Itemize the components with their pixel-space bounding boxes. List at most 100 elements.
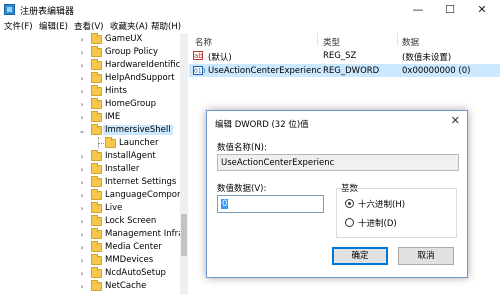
value-data-input[interactable]: 0 <box>217 195 324 213</box>
tree-item-label: InstallAgent <box>105 151 156 161</box>
string-value-icon: ab <box>193 51 203 60</box>
folder-icon <box>91 85 102 96</box>
folder-icon <box>91 72 102 83</box>
value-type: REG_SZ <box>323 51 357 61</box>
tree-item-label: Launcher <box>119 138 159 148</box>
radio-hex-label[interactable]: 十六进制(H) <box>358 198 405 210</box>
tree-item-label: Media Center <box>105 242 162 252</box>
radio-dec[interactable] <box>345 218 354 227</box>
tree-item[interactable]: › IME <box>0 111 180 124</box>
cancel-button[interactable]: 取消 <box>398 247 454 265</box>
dword-value-icon: 010 <box>193 66 206 75</box>
chevron-right-icon[interactable]: › <box>78 48 86 57</box>
chevron-right-icon[interactable]: › <box>78 282 86 291</box>
tree-item-label: Installer <box>105 164 140 174</box>
tree-item-label: ImmersiveShell <box>103 125 173 135</box>
tree-item[interactable]: › Media Center <box>0 241 180 254</box>
chevron-right-icon[interactable]: › <box>78 256 86 265</box>
tree-item[interactable]: › HelpAndSupport <box>0 72 180 85</box>
dialog-close-icon[interactable]: ✕ <box>451 114 460 127</box>
folder-icon <box>91 124 102 135</box>
menu-help[interactable]: 帮助(H) <box>151 20 181 32</box>
close-button[interactable]: ✕ <box>466 0 498 19</box>
folder-icon <box>91 280 102 291</box>
tree-item-selected[interactable]: ⌄ ImmersiveShell <box>0 124 180 137</box>
tree-item-label: Group Policy <box>105 47 159 57</box>
tree-item-label: HomeGroup <box>105 99 156 109</box>
tree-item[interactable]: › Live <box>0 202 180 215</box>
folder-icon <box>91 267 102 278</box>
value-name: (默认) <box>208 53 232 63</box>
tree-item[interactable]: › NetCache <box>0 280 180 293</box>
column-separator[interactable] <box>397 33 398 46</box>
chevron-right-icon[interactable]: › <box>78 74 86 83</box>
tree-item-label: Lock Screen <box>105 216 157 226</box>
column-header-data[interactable]: 数据 <box>402 36 419 48</box>
chevron-right-icon[interactable]: › <box>78 269 86 278</box>
tree-item[interactable]: › Internet Settings <box>0 176 180 189</box>
tree-item-label: NcdAutoSetup <box>105 268 166 278</box>
folder-icon <box>91 228 102 239</box>
tree-item[interactable]: › HomeGroup <box>0 98 180 111</box>
chevron-right-icon[interactable]: › <box>78 100 86 109</box>
menu-file[interactable]: 文件(F) <box>4 20 33 32</box>
column-header-type[interactable]: 类型 <box>323 36 340 48</box>
tree-item[interactable]: › MMDevices <box>0 254 180 267</box>
tree-scrollbar[interactable] <box>180 33 188 295</box>
chevron-right-icon[interactable]: › <box>78 165 86 174</box>
column-header-name[interactable]: 名称 <box>195 36 212 48</box>
column-separator[interactable] <box>317 33 318 46</box>
scrollbar-thumb[interactable] <box>181 214 187 256</box>
chevron-right-icon[interactable]: › <box>78 87 86 96</box>
menu-favorites[interactable]: 收藏夹(A) <box>110 20 148 32</box>
radio-dec-label[interactable]: 十进制(D) <box>358 217 397 229</box>
tree-item[interactable]: › GameUX <box>0 33 180 46</box>
tree-item[interactable]: › Hints <box>0 85 180 98</box>
value-row[interactable]: ab (默认) REG_SZ (数值未设置) <box>189 49 500 63</box>
title-bar: 注册表编辑器 — ☐ ✕ <box>0 0 500 19</box>
chevron-right-icon[interactable]: › <box>78 61 86 70</box>
menu-view[interactable]: 查看(V) <box>74 20 103 32</box>
ok-button[interactable]: 确定 <box>332 247 388 265</box>
tree-item[interactable]: › NcdAutoSetup <box>0 267 180 280</box>
folder-icon <box>91 189 102 200</box>
value-name-field: UseActionCenterExperienc <box>217 154 459 171</box>
value-data-text: 0 <box>221 199 229 209</box>
chevron-right-icon[interactable]: › <box>78 113 86 122</box>
radio-hex[interactable] <box>345 199 354 208</box>
maximize-button[interactable]: ☐ <box>434 0 466 19</box>
tree-item[interactable]: › InstallAgent <box>0 150 180 163</box>
tree-item[interactable]: › Management Infras <box>0 228 187 241</box>
folder-icon <box>91 59 102 70</box>
chevron-right-icon[interactable]: › <box>78 178 86 187</box>
registry-tree: › GameUX › Group Policy › HardwareIdenti… <box>0 33 188 295</box>
folder-icon <box>91 215 102 226</box>
chevron-right-icon[interactable]: › <box>78 243 86 252</box>
folder-icon <box>91 176 102 187</box>
folder-icon <box>91 241 102 252</box>
tree-item[interactable]: › Lock Screen <box>0 215 180 228</box>
chevron-right-icon[interactable]: › <box>78 191 86 200</box>
chevron-right-icon[interactable]: › <box>78 204 86 213</box>
chevron-down-icon[interactable]: ⌄ <box>78 126 86 135</box>
edit-dword-dialog: 编辑 DWORD (32 位)值 ✕ 数值名称(N): UseActionCen… <box>206 110 468 278</box>
tree-item-label: HardwareIdentificat <box>105 60 188 70</box>
tree-item-label: IME <box>105 112 121 122</box>
folder-icon <box>105 137 116 148</box>
chevron-right-icon[interactable]: › <box>78 152 86 161</box>
tree-item-child[interactable]: Launcher <box>0 137 180 150</box>
value-type: REG_DWORD <box>323 66 380 76</box>
menu-edit[interactable]: 编辑(E) <box>39 20 68 32</box>
tree-item-label: HelpAndSupport <box>105 73 175 83</box>
value-row-selected[interactable]: 010 UseActionCenterExperienc REG_DWORD 0… <box>189 64 500 77</box>
chevron-right-icon[interactable]: › <box>78 230 86 239</box>
chevron-right-icon[interactable]: › <box>78 35 86 44</box>
tree-item[interactable]: › LanguageCompone <box>0 189 187 202</box>
tree-item[interactable]: › Group Policy <box>0 46 180 59</box>
chevron-right-icon[interactable]: › <box>78 217 86 226</box>
tree-item[interactable]: › Installer <box>0 163 180 176</box>
regedit-app-icon <box>4 4 15 15</box>
tree-item[interactable]: › HardwareIdentificat <box>0 59 187 72</box>
minimize-button[interactable]: — <box>402 0 434 19</box>
folder-icon <box>91 150 102 161</box>
